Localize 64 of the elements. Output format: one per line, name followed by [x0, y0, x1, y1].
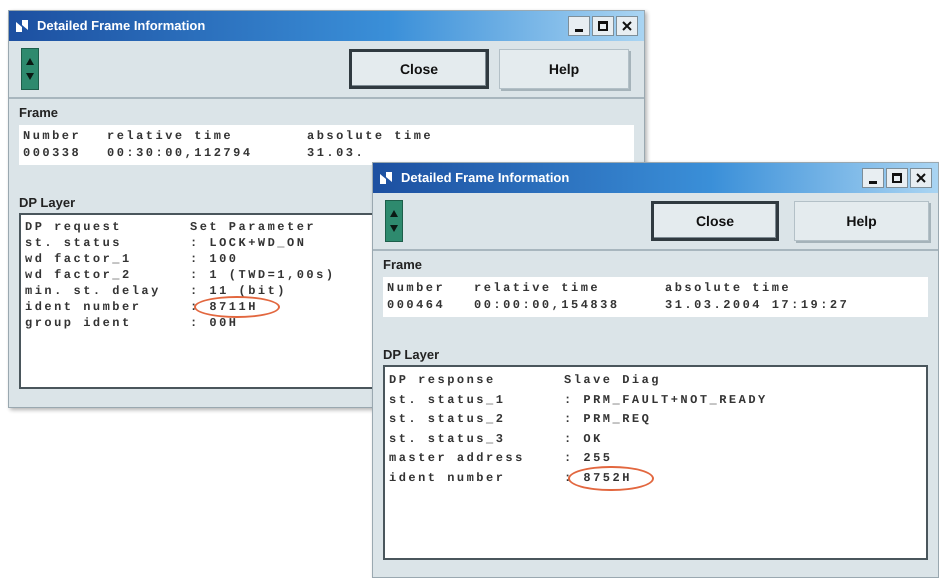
field-label: wd factor_2 — [25, 267, 133, 283]
maximize-icon — [891, 172, 903, 184]
close-button[interactable] — [910, 168, 932, 188]
field-label: wd factor_1 — [25, 251, 133, 267]
section-heading: DP Layer — [383, 346, 440, 364]
field-label: st. status — [25, 235, 124, 251]
app-icon — [379, 171, 393, 185]
dialog-button[interactable]: Help — [499, 49, 629, 89]
table-cell-text: 31.03.2004 17:19:27 — [665, 297, 850, 314]
maximize-button[interactable] — [886, 168, 908, 188]
dialog-button[interactable]: Help — [794, 201, 929, 241]
column-header: absolute time — [307, 128, 434, 145]
field-value: : PRM_REQ — [564, 412, 652, 426]
minimize-button[interactable] — [862, 168, 884, 188]
minimize-icon — [869, 180, 877, 184]
column-header: absolute time — [665, 280, 792, 297]
table-cell-text: 00:00:00,154838 — [474, 297, 621, 314]
field-value: : LOCK+WD_ON — [190, 236, 306, 250]
field-value: : 255 — [564, 451, 613, 465]
field-label: master address — [389, 450, 526, 467]
window-title: Detailed Frame Information — [37, 17, 206, 36]
close-icon — [915, 172, 927, 184]
column-header: relative time — [474, 280, 602, 297]
app-icon — [15, 19, 29, 33]
window-title: Detailed Frame Information — [401, 169, 570, 188]
maximize-icon — [597, 20, 609, 32]
field-label: group ident — [25, 315, 133, 331]
field-value: : 8752H — [564, 470, 632, 484]
dialog-button[interactable]: Close — [651, 201, 779, 241]
section-heading: DP Layer — [19, 194, 76, 212]
table-cell-text: 000464 — [387, 297, 446, 314]
field-label: ident number — [25, 299, 142, 315]
column-header: Number — [387, 280, 446, 297]
field-value: Set Parameter — [190, 220, 316, 234]
section-heading: Frame — [19, 104, 60, 122]
column-header: relative time — [107, 128, 234, 145]
field-label: DP response — [389, 372, 497, 389]
field-label: st. status_2 — [389, 411, 506, 428]
field-label: st. status_3 — [389, 430, 506, 448]
field-value: Slave Diag — [564, 373, 662, 387]
field-value: : PRM_FAULT+NOT_READY — [564, 392, 768, 406]
field-value: : 8711H — [190, 300, 258, 314]
field-value: : OK — [564, 432, 603, 446]
table-cell-text: 000338 — [23, 145, 82, 162]
close-icon — [621, 20, 633, 32]
dialog-button[interactable]: Close — [349, 49, 489, 89]
minimize-button[interactable] — [568, 16, 590, 36]
column-header: Number — [23, 128, 82, 145]
up-down-arrows-icon[interactable] — [385, 200, 403, 242]
field-label: ident number — [389, 470, 506, 486]
table-cell-text: 00:30:00,112794 — [107, 145, 254, 162]
field-value: : 100 — [190, 252, 239, 266]
minimize-icon — [575, 28, 583, 32]
field-value: : 1 (TWD=1,00s) — [190, 268, 336, 282]
field-label: DP request — [25, 219, 124, 235]
section-heading: Frame — [383, 256, 424, 274]
up-down-arrows-icon[interactable] — [21, 48, 39, 90]
maximize-button[interactable] — [592, 16, 614, 36]
field-label: min. st. delay — [25, 283, 162, 299]
table-cell-text: 31.03. — [307, 145, 366, 162]
field-value: : 00H — [190, 316, 239, 330]
close-button[interactable] — [616, 16, 638, 36]
field-label: st. status_1 — [389, 392, 506, 408]
field-value: : 11 (bit) — [190, 284, 288, 298]
